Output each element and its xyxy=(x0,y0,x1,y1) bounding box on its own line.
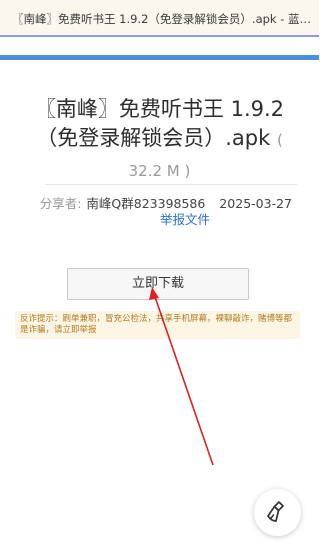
floating-action-button[interactable] xyxy=(254,489,301,536)
arrow-annotation xyxy=(149,287,214,466)
broom-icon xyxy=(267,501,284,522)
